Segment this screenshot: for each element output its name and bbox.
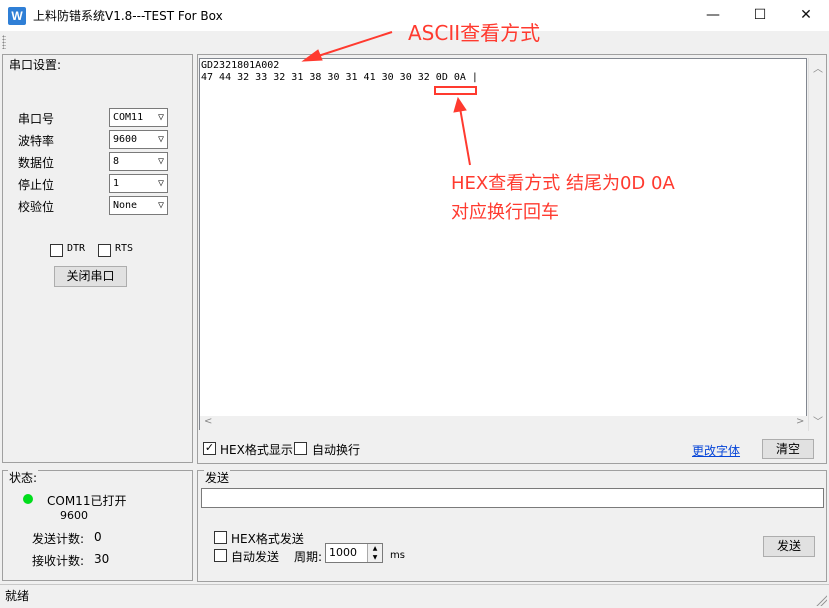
minimize-button[interactable]: —: [690, 0, 736, 31]
port-label: 串口号: [18, 112, 55, 126]
recv-count-value: 30: [94, 552, 110, 566]
send-title: 发送: [204, 469, 231, 486]
stop-bits-select[interactable]: 1 ▽: [109, 174, 168, 193]
receive-ascii-line: GD2321801A002: [201, 60, 280, 71]
send-panel: [197, 470, 827, 582]
vertical-scrollbar[interactable]: ︿ ﹀: [808, 58, 826, 431]
horizontal-scrollbar[interactable]: < >: [200, 416, 807, 430]
rts-checkbox[interactable]: [98, 244, 111, 257]
baud-status-text: 9600: [60, 509, 88, 522]
chevron-right-icon[interactable]: >: [796, 416, 804, 427]
hex-send-label: HEX格式发送: [231, 532, 304, 546]
chevron-up-icon[interactable]: ︿: [813, 60, 823, 75]
baud-select[interactable]: 9600 ▽: [109, 130, 168, 149]
auto-send-label: 自动发送: [231, 550, 280, 564]
send-button[interactable]: 发送: [763, 536, 815, 557]
window-title: 上料防错系统V1.8---TEST For Box: [33, 9, 223, 23]
hex-send-checkbox[interactable]: [214, 531, 227, 544]
annotation-hex-note-line1: HEX查看方式 结尾为0D 0A: [451, 173, 675, 194]
close-button[interactable]: ✕: [783, 0, 829, 31]
status-bar: [0, 584, 829, 608]
dtr-label: DTR: [67, 243, 86, 254]
sent-count-label: 发送计数:: [32, 532, 85, 546]
data-bits-select[interactable]: 8 ▽: [109, 152, 168, 171]
chevron-down-icon[interactable]: ﹀: [813, 413, 823, 428]
close-port-button[interactable]: 关闭串口: [54, 266, 127, 287]
auto-wrap-label: 自动换行: [312, 443, 361, 457]
period-spinner[interactable]: ▲ ▼: [367, 544, 382, 562]
annotation-ascii-note: ASCII查看方式: [408, 21, 541, 45]
chevron-down-icon: ▽: [157, 178, 164, 189]
receive-hex-line: 47 44 32 33 32 31 38 30 31 41 30 30 32 0…: [201, 72, 478, 83]
hex-display-checkbox[interactable]: ✓: [203, 442, 216, 455]
stop-bits-label: 停止位: [18, 178, 55, 192]
chevron-down-icon: ▽: [157, 134, 164, 145]
status-bar-text: 就绪: [5, 589, 30, 603]
send-input[interactable]: [201, 488, 824, 508]
hex-display-label: HEX格式显示: [220, 443, 293, 457]
status-title: 状态:: [8, 469, 39, 486]
serial-settings-title: 串口设置:: [8, 56, 63, 73]
dtr-checkbox[interactable]: [50, 244, 63, 257]
auto-wrap-checkbox[interactable]: [294, 442, 307, 455]
auto-send-checkbox[interactable]: [214, 549, 227, 562]
parity-label: 校验位: [18, 200, 55, 214]
period-label: 周期:: [294, 550, 323, 564]
period-unit: ms: [390, 550, 405, 561]
clear-button[interactable]: 清空: [762, 439, 814, 459]
chevron-down-icon: ▽: [157, 200, 164, 211]
baud-label: 波特率: [18, 134, 55, 148]
port-status-indicator-icon: [23, 494, 33, 504]
app-icon: W: [8, 7, 26, 25]
annotation-hex-note-line2: 对应换行回车: [451, 202, 559, 223]
maximize-button[interactable]: ☐: [737, 0, 783, 31]
parity-select[interactable]: None ▽: [109, 196, 168, 215]
data-bits-label: 数据位: [18, 156, 55, 170]
sent-count-value: 0: [94, 530, 102, 544]
annotation-highlight-box: [434, 86, 477, 95]
change-font-link[interactable]: 更改字体: [692, 442, 740, 459]
port-status-text: COM11已打开: [47, 494, 127, 508]
toolbar-grip-icon: [2, 35, 6, 49]
recv-count-label: 接收计数:: [32, 554, 85, 568]
rts-label: RTS: [115, 243, 134, 254]
chevron-left-icon[interactable]: <: [204, 416, 212, 427]
chevron-down-icon: ▽: [157, 156, 164, 167]
resize-grip-icon[interactable]: [815, 594, 827, 606]
receive-textarea[interactable]: [199, 58, 807, 430]
port-select[interactable]: COM11 ▽: [109, 108, 168, 127]
chevron-down-icon: ▽: [157, 112, 164, 123]
